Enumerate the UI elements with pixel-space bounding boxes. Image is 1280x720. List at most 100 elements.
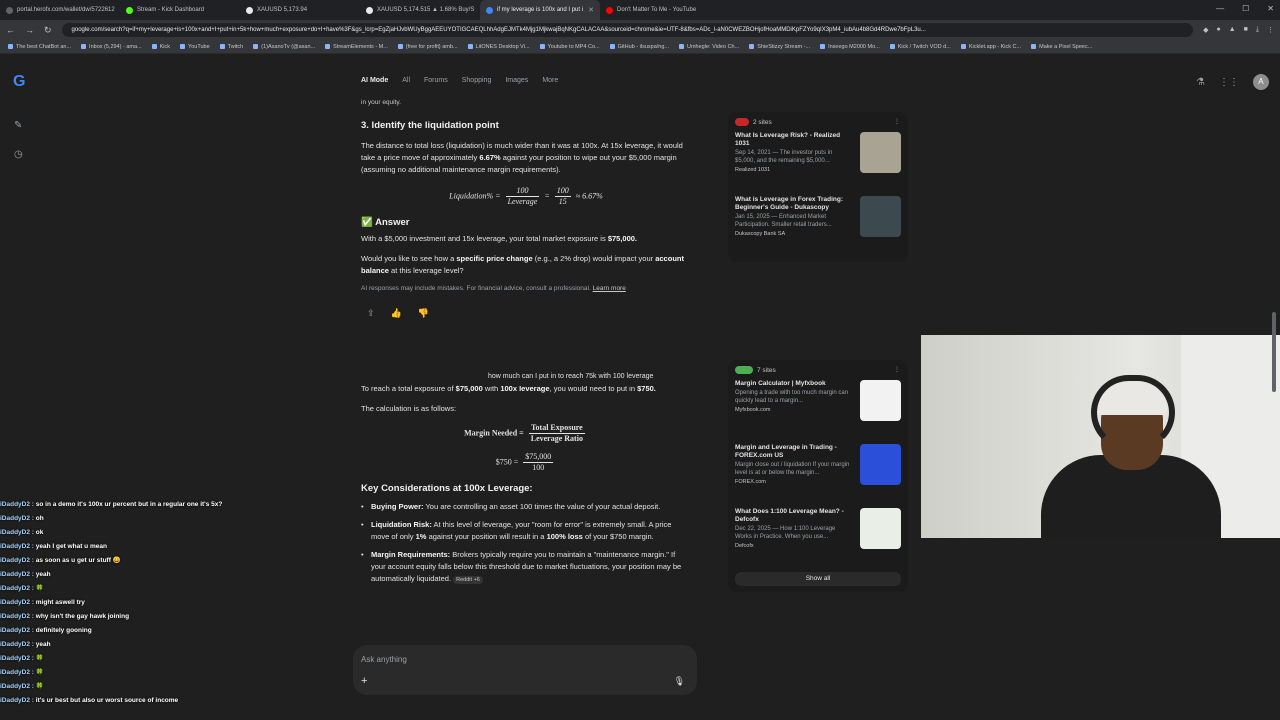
tab-google-search[interactable]: if my leverage is 100x and I put i ✕ (480, 0, 600, 20)
site-count[interactable]: 2 sites (735, 118, 901, 126)
answer-heading: ✅ Answer (361, 217, 410, 228)
minimize-icon[interactable]: — (1216, 4, 1224, 13)
list-item: Margin Requirements: Brokers typically r… (361, 549, 691, 585)
ask-box[interactable]: Ask anything + 🎙 (353, 645, 697, 695)
close-tab-icon[interactable]: ✕ (588, 6, 594, 14)
chat-message: iDaddyD2 : ok (0, 529, 44, 536)
extension-icon[interactable]: ▲ (1229, 26, 1236, 34)
extension-icon[interactable]: ◆ (1203, 26, 1208, 34)
source-card[interactable]: Margin and Leverage in Trading - FOREX.c… (735, 444, 901, 504)
bookmark-item[interactable]: The best ChatBot an... (8, 44, 71, 50)
history-icon[interactable]: ◷ (14, 149, 23, 160)
thumbs-down-icon[interactable]: 👎 (418, 307, 429, 319)
window-controls: — ☐ ✕ (1216, 4, 1274, 13)
chat-message: iDaddyD2 : 🍀 (0, 669, 44, 676)
bookmark-item[interactable]: (1)AsanoTv (@asan... (253, 44, 315, 50)
answer-paragraph: With a $5,000 investment and 15x leverag… (361, 234, 638, 243)
maximize-icon[interactable]: ☐ (1242, 4, 1249, 13)
bookmark-item[interactable]: GitHub - ilsuspa/ng... (610, 44, 669, 50)
bookmark-item[interactable]: Youtube to MP4 Co... (540, 44, 600, 50)
fraction: 100 Leverage (505, 186, 540, 206)
bookmark-item[interactable]: {free for profit} amb... (398, 44, 458, 50)
source-card[interactable]: Margin Calculator | Myfxbook Opening a t… (735, 380, 901, 440)
back-icon[interactable]: ← (6, 25, 15, 35)
mic-icon[interactable]: 🎙 (674, 676, 685, 687)
bookmark-item[interactable]: Kicklet.app - Kick C... (961, 44, 1021, 50)
bookmarks-bar: The best ChatBot an... Inbox (5,294) - a… (0, 40, 1280, 54)
bookmark-item[interactable]: Kick (152, 44, 170, 50)
chat-message: iDaddyD2 : 🍀 (0, 655, 44, 662)
header-actions: ⚗ ⋮⋮ A (1196, 74, 1269, 90)
calc-intro: The calculation is as follows: (361, 404, 457, 413)
tab-ai-mode[interactable]: AI Mode (361, 77, 388, 84)
ai-disclaimer: AI responses may include mistakes. For f… (361, 285, 626, 292)
thumbs-up-icon[interactable]: 👍 (391, 307, 402, 319)
bookmark-item[interactable]: Kick / Twitch VOD d... (890, 44, 951, 50)
url-input[interactable]: google.com/search?q=if+my+leverage+is+10… (61, 23, 1194, 37)
bookmark-item[interactable]: YouTube (180, 44, 210, 50)
chat-message: iDaddyD2 : as soon as u get ur stuff 😄 (0, 557, 121, 564)
chat-message: iDaddyD2 : so in a demo it's 100x ur per… (0, 501, 223, 508)
menu-icon[interactable]: ⋮ (1267, 26, 1274, 34)
extensions-toolbar: ◆ ● ▲ ■ ⤓ ⋮ (1203, 26, 1274, 34)
tab-favicon-icon (366, 6, 373, 14)
tab-xauusd-1[interactable]: XAUUSD 5,173.94 (240, 0, 360, 20)
fraction: 100 15 (554, 186, 571, 206)
tab-forums[interactable]: Forums (424, 77, 448, 84)
tab-favicon-icon (246, 6, 253, 14)
extension-icon[interactable]: ● (1216, 26, 1220, 34)
chat-message: iDaddyD2 : definitely gooning (0, 627, 92, 634)
show-all-button[interactable]: Show all (735, 572, 901, 586)
tab-more[interactable]: More (542, 77, 558, 84)
chat-message: iDaddyD2 : it's ur best but also ur wors… (0, 697, 179, 704)
list-item: Buying Power: You are controlling an ass… (361, 501, 691, 513)
tab-kick[interactable]: Stream - Kick Dashboard (120, 0, 240, 20)
reload-icon[interactable]: ↻ (44, 25, 52, 36)
avatar[interactable]: A (1252, 74, 1269, 90)
bookmark-item[interactable]: Umhegle: Video Ch... (679, 44, 739, 50)
tab-all[interactable]: All (402, 77, 410, 84)
source-thumbnail (860, 508, 901, 549)
bookmark-item[interactable]: LitONES Desktop Vi... (468, 44, 530, 50)
scrollbar[interactable] (1272, 312, 1276, 392)
ai-answer: in your equity. 3. Identify the liquidat… (361, 98, 691, 591)
source-card[interactable]: What is Leverage in Forex Trading: Begin… (735, 196, 901, 256)
more-options-icon[interactable]: ⋮ (894, 366, 900, 373)
headset-icon (1091, 375, 1175, 450)
extension-icon[interactable]: ■ (1244, 26, 1248, 34)
source-thumbnail (860, 380, 901, 421)
chat-message: iDaddyD2 : might aswell try (0, 599, 85, 606)
google-logo[interactable]: G (13, 74, 29, 90)
download-icon[interactable]: ⤓ (1256, 26, 1259, 34)
close-window-icon[interactable]: ✕ (1267, 4, 1274, 13)
bookmark-item[interactable]: Inseego M2000 Mo... (820, 44, 880, 50)
site-count[interactable]: 7 sites (735, 366, 901, 374)
source-card[interactable]: What Is Leverage Risk? - Realized 1031 S… (735, 132, 901, 192)
tab-xauusd-2[interactable]: XAUUSD 5,174.515 ▲ 1.68% Buy/S (360, 0, 480, 20)
learn-more-link[interactable]: Learn more (593, 285, 626, 292)
source-chip[interactable]: Reddit +6 (453, 576, 483, 584)
apps-grid-icon[interactable]: ⋮⋮ (1219, 77, 1239, 88)
stream-chat-overlay: iDaddyD2 : so in a demo it's 100x ur per… (0, 498, 300, 708)
liquidation-formula: Liquidation% = 100 Leverage = 100 15 ≈ 6.6… (449, 186, 603, 206)
sites-favicons-icon (735, 366, 753, 374)
forward-icon[interactable]: → (25, 25, 34, 35)
more-options-icon[interactable]: ⋮ (894, 118, 900, 125)
bookmark-item[interactable]: StreamElements - M... (325, 44, 388, 50)
bookmark-item[interactable]: Inbox (5,294) - ama... (81, 44, 142, 50)
plus-icon[interactable]: + (361, 675, 367, 687)
bookmark-item[interactable]: ShieStizzy Stream -... (749, 44, 810, 50)
labs-flask-icon[interactable]: ⚗ (1196, 77, 1205, 88)
tab-shopping[interactable]: Shopping (462, 77, 492, 84)
new-chat-icon[interactable]: ✎ (14, 120, 23, 131)
tab-strip: portal.herofx.com/wallet/dw/5722612 Stre… (0, 0, 1280, 20)
fraction: $75,000 100 (523, 452, 554, 472)
ask-input[interactable]: Ask anything (361, 655, 407, 664)
tab-youtube[interactable]: Don't Matter To Me - YouTube (600, 0, 720, 20)
tab-images[interactable]: Images (505, 77, 528, 84)
bookmark-item[interactable]: Make a Pixel Speec... (1031, 44, 1092, 50)
bookmark-item[interactable]: Twitch (220, 44, 244, 50)
share-icon[interactable]: ⇪ (367, 307, 375, 319)
source-card[interactable]: What Does 1:100 Leverage Mean? - Defcofx… (735, 508, 901, 568)
tab-portal[interactable]: portal.herofx.com/wallet/dw/5722612 (0, 0, 120, 20)
